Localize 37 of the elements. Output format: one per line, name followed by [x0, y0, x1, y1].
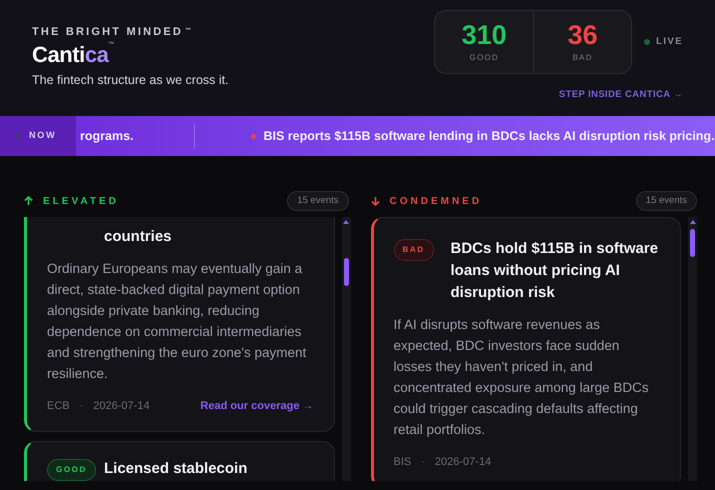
scrollbar-thumb[interactable] [344, 258, 348, 286]
separator-dot: · [421, 455, 425, 470]
card-title: countries [104, 227, 172, 247]
coverage-link[interactable]: Read our coverage → [200, 398, 314, 414]
card-date: 2026-07-14 [434, 455, 492, 470]
scrollbar-thumb[interactable] [690, 229, 695, 257]
live-label: LIVE [656, 34, 683, 49]
step-inside-link[interactable]: STEP INSIDE CANTICA → [558, 88, 683, 102]
down-arrow-icon [370, 196, 380, 206]
card-date: 2026-07-14 [93, 399, 150, 414]
ticker-label: NOW [29, 129, 56, 142]
stat-label: GOOD [470, 52, 499, 64]
separator-dot: · [80, 399, 84, 414]
card-source: ECB [47, 399, 70, 414]
scroll-up-icon[interactable] [343, 220, 349, 224]
card-summary: If AI disrupts software revenues as expected, BDC investors face sudden losses they haven't priced in, and concentrated exposure among large BDCs could trigger cascading defaults affecting retail portfolios. [394, 316, 650, 439]
status-badge: GOOD [47, 458, 96, 480]
brand-kicker: THE BRIGHT MINDED $^{™}$ [32, 25, 194, 40]
tagline: The fintech structure as we cross it. [32, 72, 229, 88]
status-badge: BAD [394, 239, 434, 261]
stat-value: 310 [462, 20, 507, 50]
stat-value: 36 [568, 20, 598, 50]
card-title: Licensed stablecoin [104, 458, 248, 478]
scrollbar[interactable] [688, 217, 697, 481]
ticker-headline: rograms. [80, 128, 134, 145]
scroll-up-icon[interactable] [690, 220, 696, 224]
event-count: 15 events [287, 190, 348, 212]
up-arrow-icon [24, 196, 33, 206]
column-title: CONDEMNED [390, 194, 482, 208]
card-source: BIS [394, 455, 412, 470]
card-summary: Ordinary Europeans may eventually gain a direct, state-backed digital payment option alongside private banking, reducing dependence on commercial intermediaries and strengthening the euro zone's payment resilience. [47, 260, 308, 383]
event-count: 15 events [636, 190, 697, 212]
scrollbar[interactable] [342, 217, 350, 481]
column-title: ELEVATED [43, 194, 119, 208]
ticker-headline: BIS reports $115B software lending in BDCs lacks AI disruption risk pricing. [264, 128, 715, 145]
card-title: BDCs hold $115B in software loans without pricing AI disruption risk [450, 239, 660, 303]
stat-label: BAD [572, 52, 593, 64]
